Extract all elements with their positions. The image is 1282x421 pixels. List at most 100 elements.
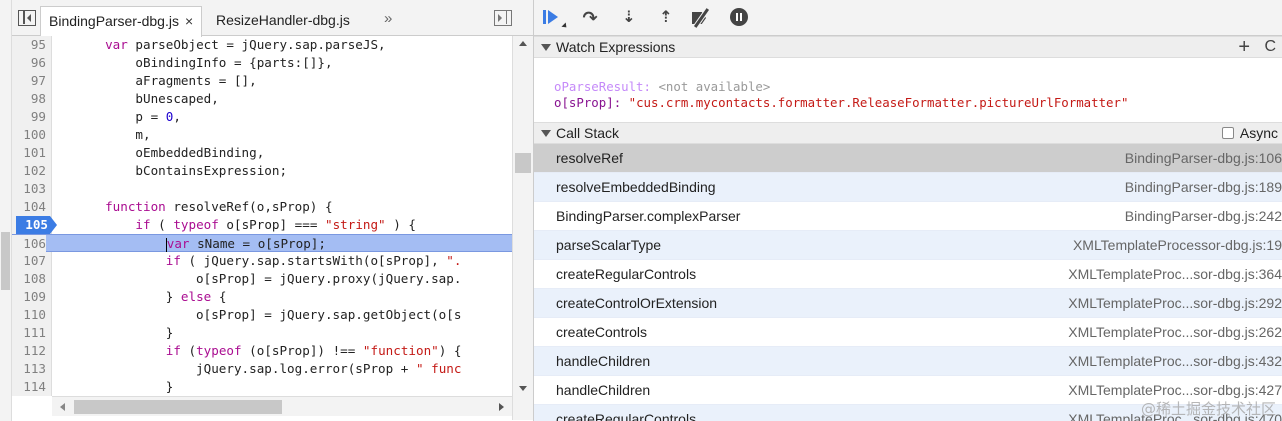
line-number[interactable]: 110 [12, 306, 46, 324]
expand-triangle-icon[interactable] [541, 44, 551, 51]
watch-list: oParseResult: <not available> o[sProp]: … [534, 58, 1282, 122]
call-frame[interactable]: parseScalarType XMLTemplateProcessor-dbg.… [534, 231, 1282, 260]
async-label: Async [1239, 125, 1278, 141]
code-line: 99 p = 0, [12, 108, 512, 126]
frame-location[interactable]: XMLTemplateProc...sor-dbg.js:432 [1068, 347, 1282, 375]
editor-vertical-scrollbar[interactable] [512, 36, 533, 420]
code-line: 96 oBindingInfo = {parts:[]}, [12, 54, 512, 72]
call-frame[interactable]: handleChildren XMLTemplateProc...sor-dbg.… [534, 347, 1282, 376]
add-watch-icon[interactable]: + [1238, 37, 1250, 57]
line-code: jQuery.sap.log.error(sProp + " func [52, 361, 462, 376]
toggle-navigator-icon[interactable] [18, 10, 36, 26]
step-over-icon[interactable]: ↷ [579, 8, 601, 28]
call-frame[interactable]: resolveRef BindingParser-dbg.js:106 [534, 144, 1282, 173]
tab-bindingparser[interactable]: BindingParser-dbg.js × [40, 6, 203, 37]
checkbox-icon[interactable] [1221, 127, 1234, 139]
step-out-icon[interactable]: ⇡ [655, 8, 677, 28]
line-code: var sName = o[sProp]; [165, 236, 326, 252]
debugger-toolbar: ↷ ⇣ ⇡ [534, 0, 1282, 36]
line-number[interactable]: 107 [12, 252, 46, 270]
scroll-down-icon[interactable] [519, 386, 527, 391]
more-tabs-icon[interactable]: » [384, 10, 392, 27]
scroll-up-icon[interactable] [519, 41, 527, 46]
code-line: 100 m, [12, 126, 512, 144]
code-line-breakpoint: 105 if ( typeof o[sProp] === "string" ) … [12, 216, 512, 234]
scroll-right-icon[interactable] [499, 403, 504, 411]
call-frame[interactable]: createControls XMLTemplateProc...sor-dbg.… [534, 318, 1282, 347]
watch-title: Watch Expressions [556, 39, 676, 55]
watch-name: o[sProp] [554, 95, 614, 110]
line-number[interactable]: 98 [12, 90, 46, 108]
line-number[interactable]: 113 [12, 360, 46, 378]
line-number[interactable]: 103 [12, 180, 46, 198]
watch-expressions-header[interactable]: Watch Expressions + C [534, 36, 1282, 58]
scroll-left-icon[interactable] [60, 403, 65, 411]
toggle-debugger-icon[interactable] [494, 10, 512, 26]
frame-location[interactable]: BindingParser-dbg.js:242 [1125, 202, 1282, 230]
line-number[interactable]: 102 [12, 162, 46, 180]
code-line: 95 var parseObject = jQuery.sap.parseJS, [12, 36, 512, 54]
call-stack-list: resolveRef BindingParser-dbg.js:106 resol… [534, 144, 1282, 421]
code-line: 112 if (typeof (o[sProp]) !== "function"… [12, 342, 512, 360]
breakpoint-marker[interactable]: 105 [16, 216, 57, 234]
vertical-scroll-thumb[interactable] [515, 153, 531, 173]
line-number[interactable]: 111 [12, 324, 46, 342]
line-code: bUnescaped, [52, 91, 219, 106]
line-code: bContainsExpression; [52, 163, 288, 178]
code-line: 109 } else { [12, 288, 512, 306]
line-number[interactable]: 100 [12, 126, 46, 144]
line-number[interactable]: 112 [12, 342, 46, 360]
refresh-icon[interactable]: C [1264, 37, 1276, 57]
call-stack-header[interactable]: Call Stack Async [534, 122, 1282, 144]
watch-value: <not available> [658, 79, 771, 94]
call-frame[interactable]: createControlOrExtension XMLTemplateProc.… [534, 289, 1282, 318]
code-line: 111 } [12, 324, 512, 342]
frame-function: createRegularControls [556, 266, 697, 282]
step-into-icon[interactable]: ⇣ [618, 8, 640, 28]
call-frame[interactable]: BindingParser.complexParser BindingParser… [534, 202, 1282, 231]
line-number[interactable]: 99 [12, 108, 46, 126]
frame-function: createControls [556, 324, 648, 340]
watch-item[interactable]: o[sProp]: "cus.crm.mycontacts.formatter.… [554, 95, 1282, 111]
frame-function: createControlOrExtension [556, 295, 718, 311]
frame-location[interactable]: BindingParser-dbg.js:189 [1125, 173, 1282, 201]
frame-function: handleChildren [556, 382, 651, 398]
call-frame[interactable]: resolveEmbeddedBinding BindingParser-dbg.… [534, 173, 1282, 202]
line-number[interactable]: 101 [12, 144, 46, 162]
pause-on-exceptions-icon[interactable] [730, 8, 752, 28]
async-checkbox[interactable]: Async [1221, 123, 1278, 143]
frame-function: BindingParser.complexParser [556, 208, 741, 224]
line-number[interactable]: 104 [12, 198, 46, 216]
editor-horizontal-scrollbar[interactable] [52, 396, 512, 416]
code-editor[interactable]: 95 var parseObject = jQuery.sap.parseJS,… [12, 36, 512, 396]
line-code: o[sProp] = jQuery.proxy(jQuery.sap. [52, 271, 462, 286]
code-line: 110 o[sProp] = jQuery.sap.getObject(o[s [12, 306, 512, 324]
code-line-current-execution: 106 var sName = o[sProp]; [12, 234, 512, 253]
line-number[interactable]: 95 [12, 36, 46, 54]
outer-scrollbar-thumb[interactable] [1, 232, 10, 290]
line-number[interactable]: 97 [12, 72, 46, 90]
line-number[interactable]: 106 [12, 235, 46, 253]
deactivate-breakpoints-icon[interactable] [690, 8, 712, 28]
line-number[interactable]: 108 [12, 270, 46, 288]
watch-item[interactable]: oParseResult: <not available> [554, 79, 1282, 95]
line-code: function resolveRef(o,sProp) { [105, 199, 333, 214]
resume-icon[interactable] [542, 8, 564, 28]
frame-location[interactable]: XMLTemplateProc...sor-dbg.js:262 [1068, 318, 1282, 346]
line-number[interactable]: 109 [12, 288, 46, 306]
frame-location[interactable]: XMLTemplateProc...sor-dbg.js:364 [1068, 260, 1282, 288]
line-number[interactable]: 96 [12, 54, 46, 72]
code-line: 103 [12, 180, 512, 198]
frame-location[interactable]: BindingParser-dbg.js:106 [1125, 144, 1282, 172]
close-tab-icon[interactable]: × [185, 13, 193, 29]
line-code: p = 0, [52, 109, 181, 124]
expand-triangle-icon[interactable] [541, 130, 551, 137]
horizontal-scroll-thumb[interactable] [74, 400, 282, 414]
line-number[interactable]: 114 [12, 378, 46, 396]
frame-location[interactable]: XMLTemplateProc...sor-dbg.js:292 [1068, 289, 1282, 317]
watch-value: "cus.crm.mycontacts.formatter.ReleaseFor… [628, 95, 1129, 110]
call-frame[interactable]: createRegularControls XMLTemplateProc...s… [534, 260, 1282, 289]
tab-resizehandler[interactable]: ResizeHandler-dbg.js [208, 6, 358, 36]
frame-location[interactable]: XMLTemplateProcessor-dbg.js:19 [1073, 231, 1282, 259]
outer-scrollbar[interactable] [0, 0, 12, 421]
